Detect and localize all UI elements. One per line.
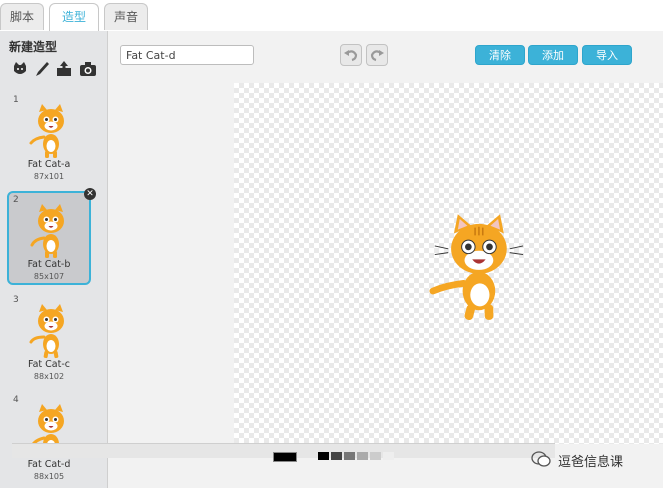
- costume-number: 3: [13, 295, 19, 305]
- costume-number: 1: [13, 95, 19, 105]
- costume-size: 88x105: [33, 472, 65, 481]
- undo-icon: [344, 50, 358, 62]
- costume-size: 88x102: [33, 372, 65, 381]
- cat-costume-image: [429, 214, 524, 320]
- palette-color[interactable]: [331, 452, 342, 460]
- costume-item-2[interactable]: 2 ✕ Fat Cat-b 85x107: [7, 188, 96, 285]
- cat-thumbnail: [29, 104, 64, 158]
- delete-costume-icon[interactable]: ✕: [84, 188, 96, 200]
- cat-thumbnail: [29, 304, 64, 359]
- current-color-swatch[interactable]: [273, 452, 297, 462]
- watermark-text: 逗爸信息课: [558, 455, 624, 470]
- cat-thumbnail: [30, 204, 64, 258]
- costume-name: Fat Cat-d: [27, 459, 71, 470]
- costume-size: 85x107: [33, 272, 65, 281]
- costume-number: 4: [13, 395, 19, 405]
- palette-color[interactable]: [383, 452, 394, 460]
- palette-color[interactable]: [344, 452, 355, 460]
- palette-color[interactable]: [318, 452, 329, 460]
- add-button[interactable]: 添加: [528, 45, 578, 65]
- costume-size: 87x101: [33, 172, 65, 181]
- paint-canvas[interactable]: [234, 83, 663, 444]
- tab-costumes[interactable]: 造型: [49, 3, 99, 32]
- costume-name: Fat Cat-c: [28, 359, 70, 370]
- tab-scripts[interactable]: 脚本: [0, 3, 44, 30]
- costume-item-4[interactable]: 4 Fat Cat-d 88x105: [7, 391, 91, 485]
- costume-name: Fat Cat-b: [27, 259, 71, 270]
- clear-button[interactable]: 清除: [475, 45, 525, 65]
- costume-name-input[interactable]: [120, 45, 254, 65]
- editor-tabs: 脚本 造型 声音: [0, 0, 663, 32]
- tab-sounds[interactable]: 声音: [104, 3, 148, 30]
- camera-icon[interactable]: [78, 59, 98, 79]
- costume-item-1[interactable]: 1 Fat Cat-a 87x101: [7, 91, 91, 185]
- wechat-icon: [531, 451, 551, 467]
- choose-from-library-icon[interactable]: [10, 59, 30, 79]
- import-button[interactable]: 导入: [582, 45, 632, 65]
- undo-button[interactable]: [340, 44, 362, 66]
- paint-editor: 清除 添加 导入: [108, 31, 663, 488]
- costume-item-3[interactable]: 3 Fat Cat-c 88x102: [7, 291, 91, 385]
- costume-number: 2: [13, 195, 19, 205]
- costume-list-panel: 新建造型 1 Fat Cat-a 87x101 2 ✕ Fat Cat-b 85…: [0, 31, 108, 488]
- upload-file-icon[interactable]: [54, 59, 74, 79]
- paint-new-icon[interactable]: [32, 59, 52, 79]
- new-costume-title: 新建造型: [9, 40, 58, 54]
- palette-color[interactable]: [357, 452, 368, 460]
- redo-button[interactable]: [366, 44, 388, 66]
- new-costume-tools: [10, 59, 102, 81]
- costume-name: Fat Cat-a: [27, 159, 71, 170]
- redo-icon: [370, 50, 384, 62]
- palette-color[interactable]: [370, 452, 381, 460]
